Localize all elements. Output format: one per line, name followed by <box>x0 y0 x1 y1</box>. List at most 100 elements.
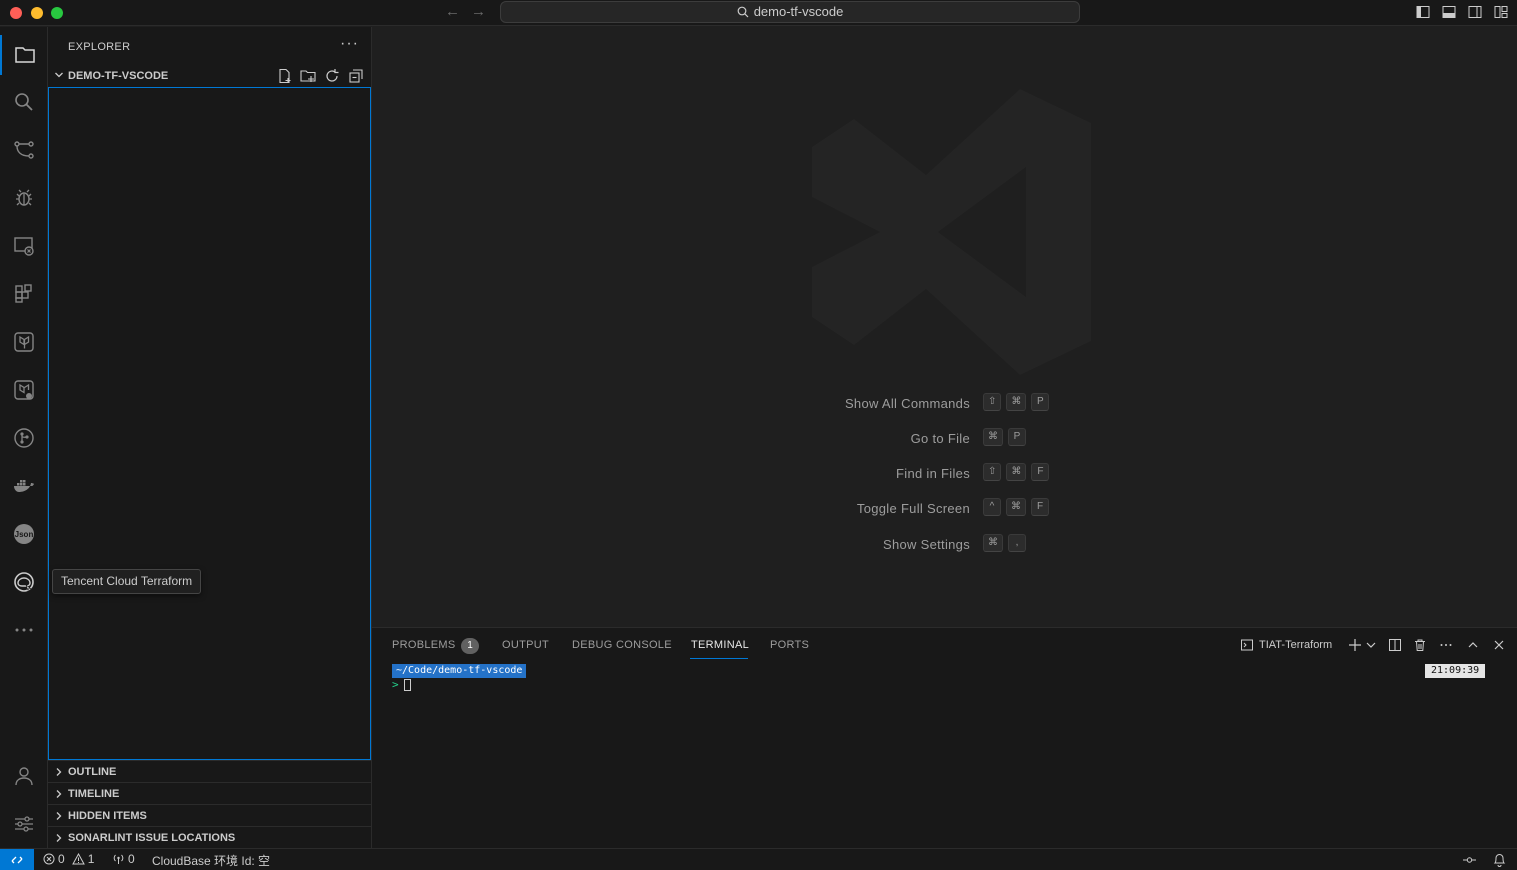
toggle-secondary-sidebar-icon[interactable] <box>1468 5 1482 19</box>
customize-layout-icon[interactable] <box>1494 5 1508 19</box>
minimize-window-button[interactable] <box>31 7 43 19</box>
shortcut-label: Show All Commands <box>844 396 970 411</box>
terminal-name[interactable]: TIAT-Terraform <box>1259 639 1332 651</box>
new-file-icon[interactable] <box>277 68 293 84</box>
maximize-window-button[interactable] <box>51 7 63 19</box>
toggle-primary-sidebar-icon[interactable] <box>1416 5 1430 19</box>
chevron-right-icon <box>56 768 62 776</box>
title-bar: ← → demo-tf-vscode <box>0 0 1517 26</box>
shortcut-show-settings[interactable]: Show Settings ⌘ , <box>672 534 1172 556</box>
terraform-cloud-icon[interactable] <box>0 370 48 410</box>
key: ⌘ <box>1006 463 1027 481</box>
explorer-icon[interactable] <box>0 35 48 75</box>
problems-status[interactable]: 0 1 <box>43 852 94 866</box>
folder-header[interactable]: DEMO-TF-VSCODE <box>48 67 371 87</box>
close-window-button[interactable] <box>10 7 22 19</box>
active-tab-indicator <box>690 658 748 659</box>
collapse-all-icon[interactable] <box>348 68 364 84</box>
terminal-timestamp: 21:09:39 <box>1425 664 1486 678</box>
chevron-down-icon[interactable] <box>1364 638 1378 652</box>
add-terminal-icon[interactable] <box>1348 638 1362 652</box>
arrow-right-icon[interactable]: → <box>471 3 486 20</box>
folder-tree[interactable] <box>48 87 371 760</box>
cloudbase-env-label: CloudBase 环境 Id: 空 <box>152 854 271 868</box>
remote-icon <box>11 856 23 864</box>
refresh-icon[interactable] <box>324 68 340 84</box>
accounts-icon[interactable] <box>0 756 48 796</box>
tencent-cloud-icon[interactable] <box>0 562 48 602</box>
section-timeline[interactable]: TIMELINE <box>48 782 371 804</box>
ports-status[interactable]: 0 <box>112 852 135 866</box>
more-actions-icon[interactable] <box>1439 638 1453 652</box>
terraform-icon[interactable] <box>0 322 48 362</box>
trash-icon[interactable] <box>1413 638 1427 652</box>
editor-area[interactable]: Show All Commands ⇧ ⌘ P Go to File ⌘ P F… <box>372 27 1517 627</box>
run-debug-icon[interactable] <box>0 178 48 218</box>
shortcut-label: Toggle Full Screen <box>856 501 970 516</box>
tab-problems[interactable]: PROBLEMS <box>392 639 456 651</box>
bottom-panel: PROBLEMS 1 OUTPUT DEBUG CONSOLE TERMINAL… <box>372 627 1517 848</box>
key: ^ <box>983 498 1001 516</box>
activity-tooltip: Tencent Cloud Terraform <box>52 569 202 594</box>
terminal-path: ~/Code/demo-tf-vscode <box>392 664 527 678</box>
shortcut-toggle-full-screen[interactable]: Toggle Full Screen ^ ⌘ F <box>672 498 1172 520</box>
error-count: 0 <box>58 852 65 866</box>
svg-text:Json: Json <box>15 530 34 539</box>
vscode-logo-watermark-icon <box>812 89 1091 375</box>
commit-icon[interactable] <box>1463 854 1476 866</box>
section-hidden-items[interactable]: HIDDEN ITEMS <box>48 804 371 826</box>
arrow-left-icon[interactable]: ← <box>445 3 460 20</box>
split-terminal-icon[interactable] <box>1388 638 1402 652</box>
key: F <box>1031 463 1050 481</box>
manage-icon[interactable] <box>0 804 48 844</box>
activity-bar: Json <box>0 27 48 848</box>
extensions-icon[interactable] <box>0 274 48 314</box>
shortcut-show-all-commands[interactable]: Show All Commands ⇧ ⌘ P <box>672 393 1172 415</box>
shortcut-label: Find in Files <box>896 466 970 481</box>
cloudbase-status[interactable]: CloudBase 环境 Id: 空 <box>152 852 270 869</box>
shortcut-go-to-file[interactable]: Go to File ⌘ P <box>672 428 1172 450</box>
terminal-cursor[interactable] <box>404 679 411 691</box>
key: ⌘ <box>983 534 1003 552</box>
chevron-right-icon <box>56 812 62 820</box>
section-label: HIDDEN ITEMS <box>68 810 147 822</box>
status-bar: 0 1 0 CloudBase 环境 Id: 空 <box>0 848 1517 870</box>
shortcut-find-in-files[interactable]: Find in Files ⇧ ⌘ F <box>672 463 1172 485</box>
key: ⌘ <box>1006 393 1027 411</box>
key: P <box>1031 393 1050 411</box>
section-label: TIMELINE <box>68 788 120 800</box>
key: ⌘ <box>1006 498 1026 516</box>
error-icon <box>43 853 55 865</box>
sidebar-title: EXPLORER <box>68 41 131 53</box>
explorer-more-button[interactable]: ··· <box>340 35 359 53</box>
key: F <box>1031 498 1049 516</box>
tab-terminal[interactable]: TERMINAL <box>691 639 749 651</box>
chevron-right-icon <box>56 790 62 798</box>
search-icon[interactable] <box>0 82 48 122</box>
source-control-icon[interactable] <box>0 130 48 170</box>
broadcast-icon <box>113 854 124 864</box>
new-folder-icon[interactable] <box>300 68 316 84</box>
maximize-panel-icon[interactable] <box>1466 638 1480 652</box>
section-sonarlint[interactable]: SONARLINT ISSUE LOCATIONS <box>48 826 371 848</box>
git-graph-icon[interactable] <box>0 418 48 458</box>
key: ⇧ <box>983 463 1002 481</box>
toggle-panel-icon[interactable] <box>1442 5 1456 19</box>
terminal-prompt: > <box>392 678 399 691</box>
section-outline[interactable]: OUTLINE <box>48 760 371 782</box>
close-panel-icon[interactable] <box>1492 638 1506 652</box>
shortcut-label: Go to File <box>910 431 970 446</box>
more-icon[interactable] <box>0 610 48 650</box>
remote-explorer-icon[interactable] <box>0 226 48 266</box>
docker-icon[interactable] <box>0 466 48 506</box>
key: ⌘ <box>983 428 1003 446</box>
tab-debug-console[interactable]: DEBUG CONSOLE <box>572 639 672 651</box>
chevron-right-icon <box>56 834 62 842</box>
tab-ports[interactable]: PORTS <box>770 639 809 651</box>
shortcut-label: Show Settings <box>882 537 970 552</box>
command-center[interactable]: demo-tf-vscode <box>500 1 1080 23</box>
tab-output[interactable]: OUTPUT <box>502 639 549 651</box>
remote-indicator-button[interactable] <box>0 849 34 870</box>
bell-icon[interactable] <box>1493 853 1506 867</box>
json-icon[interactable]: Json <box>0 514 48 554</box>
